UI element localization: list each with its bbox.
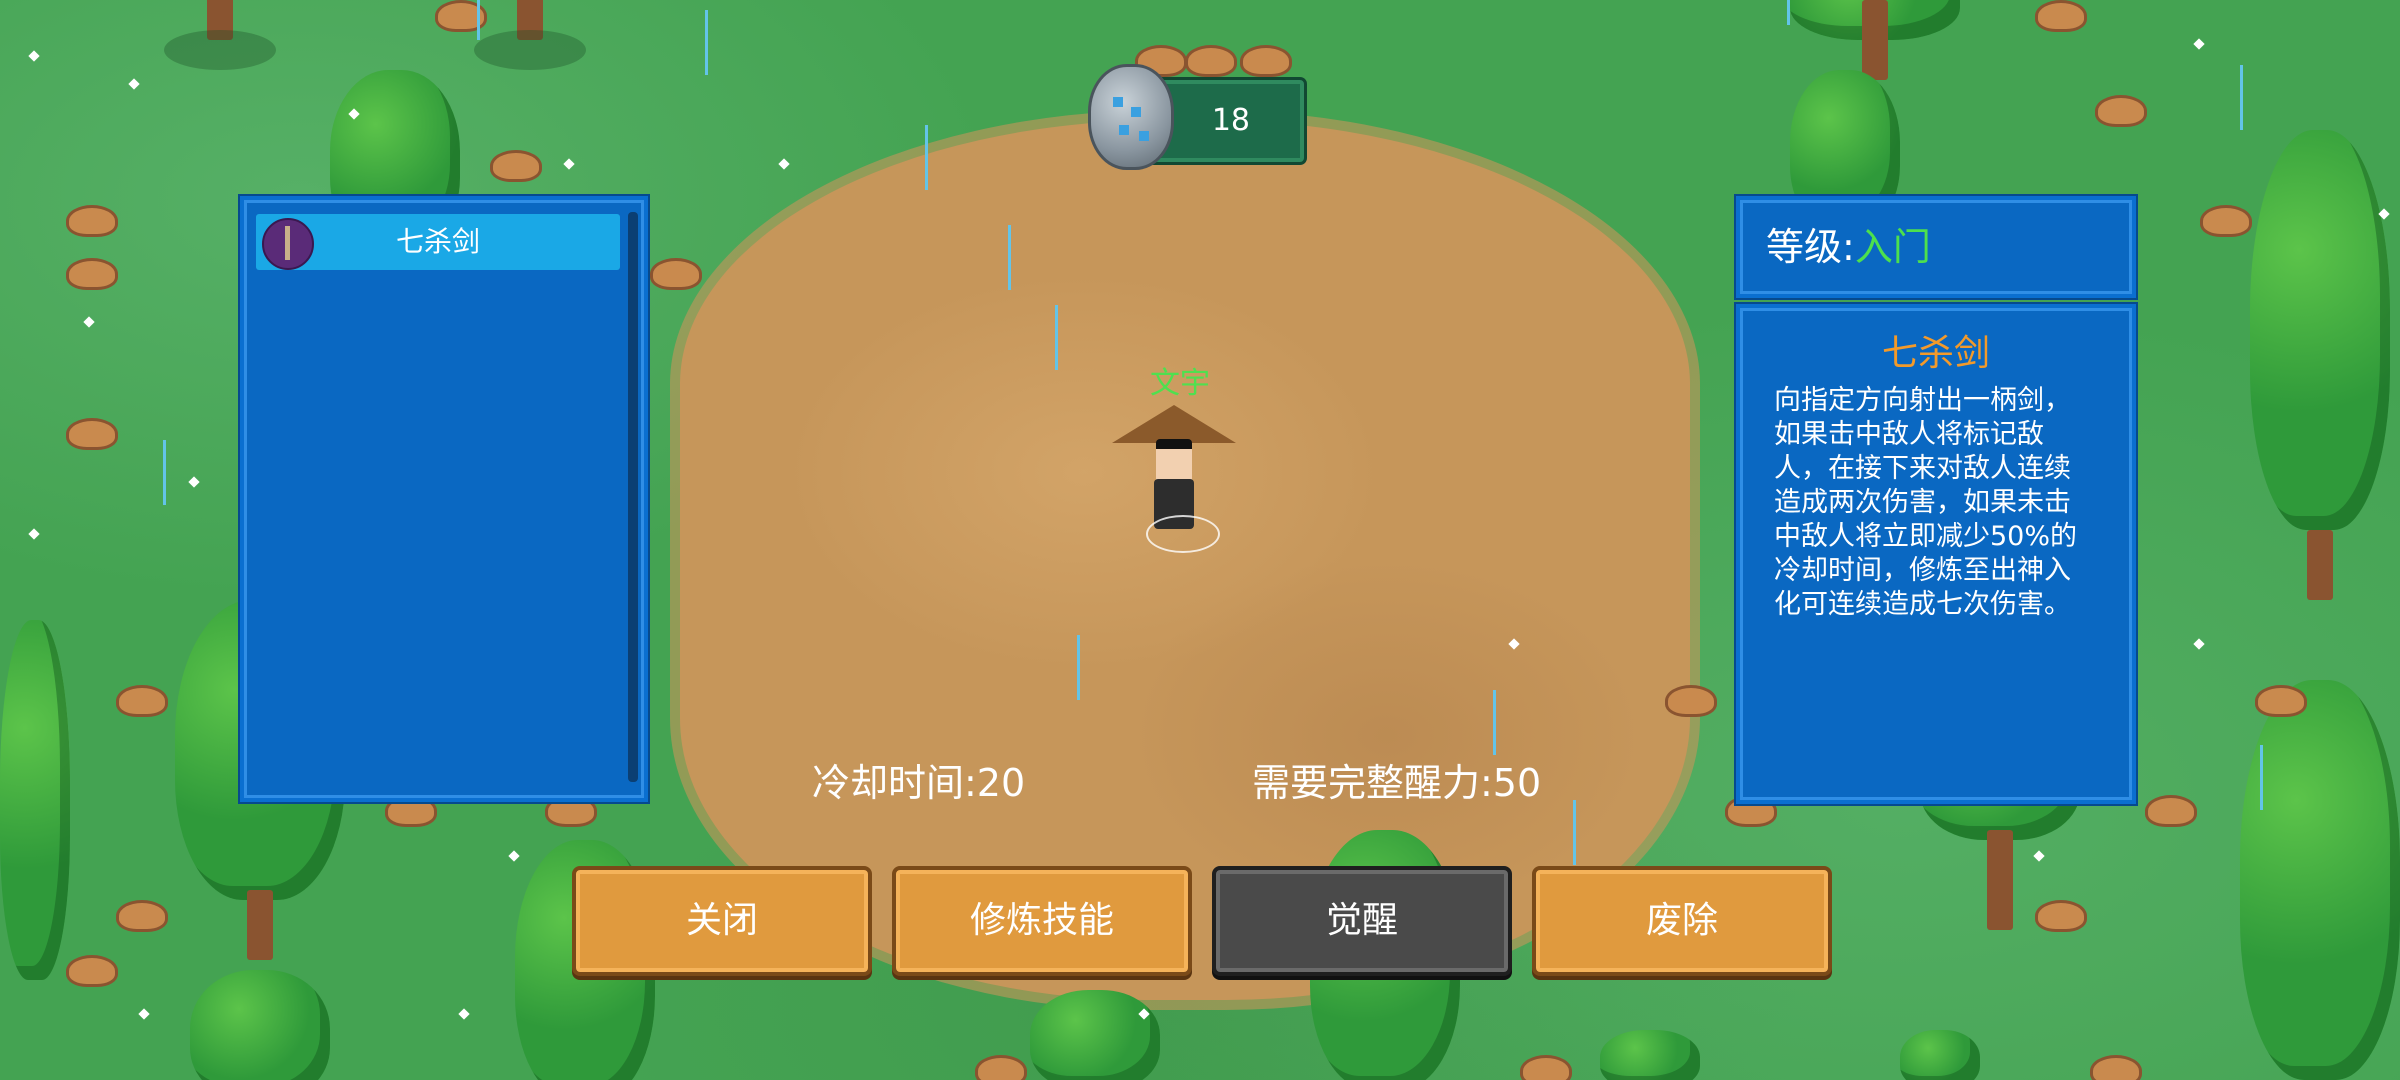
- skill-name: 七杀剑: [1881, 333, 1990, 374]
- tree: [150, 0, 290, 90]
- tree-stump: [490, 150, 542, 182]
- raindrop: [705, 10, 708, 75]
- flower: [563, 158, 575, 170]
- tree: [1600, 1030, 1700, 1080]
- straw-hat-icon: [1112, 405, 1236, 443]
- tree-stump: [116, 685, 168, 717]
- raindrop: [1493, 690, 1496, 755]
- tree-stump: [66, 955, 118, 987]
- skill-list-item[interactable]: 七杀剑: [256, 214, 620, 270]
- tree-stump: [2200, 205, 2252, 237]
- flower: [28, 528, 40, 540]
- raindrop: [1055, 305, 1058, 370]
- tree-stump: [2255, 685, 2307, 717]
- tree-stump: [1665, 685, 1717, 717]
- raindrop: [1077, 635, 1080, 700]
- level-label: 等级:: [1766, 225, 1855, 269]
- tree: [1030, 990, 1160, 1080]
- tree-stump: [2145, 795, 2197, 827]
- raindrop: [1787, 0, 1790, 25]
- raindrop: [2260, 745, 2263, 810]
- skill-list-panel: 七杀剑: [240, 196, 648, 802]
- flower: [83, 316, 95, 328]
- selection-ring: [1146, 515, 1220, 553]
- character-name: 文宇: [1150, 366, 1210, 401]
- raindrop: [477, 0, 480, 40]
- skill-list-scrollbar[interactable]: [628, 212, 638, 782]
- cooldown-stat: 冷却时间:20: [812, 761, 1026, 805]
- tree-stump: [2035, 0, 2087, 32]
- skill-description-panel: 七杀剑 向指定方向射出一柄剑，如果击中敌人将标记敌人，在接下来对敌人连续造成两次…: [1736, 304, 2136, 804]
- awaken-requirement-stat: 需要完整醒力:50: [1252, 761, 1542, 805]
- ore-count: 18: [1211, 103, 1250, 138]
- close-button[interactable]: 关闭: [572, 866, 872, 976]
- flower: [28, 50, 40, 62]
- level-value: 入门: [1854, 225, 1931, 269]
- tree-stump: [975, 1055, 1027, 1080]
- raindrop: [1008, 225, 1011, 290]
- raindrop: [1573, 800, 1576, 865]
- skill-description: 向指定方向射出一柄剑，如果击中敌人将标记敌人，在接下来对敌人连续造成两次伤害，如…: [1774, 385, 2078, 620]
- tree: [1900, 1030, 1980, 1080]
- tree-stump: [2090, 1055, 2142, 1080]
- tree: [2250, 130, 2390, 600]
- tree: [2240, 680, 2400, 1080]
- raindrop: [925, 125, 928, 190]
- tree-stump: [650, 258, 702, 290]
- flower: [138, 1008, 150, 1020]
- flower: [188, 476, 200, 488]
- tree-stump: [66, 418, 118, 450]
- tree: [190, 970, 330, 1080]
- raindrop: [163, 440, 166, 505]
- tree-stump: [66, 258, 118, 290]
- awaken-button[interactable]: 觉醒: [1212, 866, 1512, 976]
- skill-level-panel: 等级:入门: [1736, 196, 2136, 298]
- tree-stump: [1240, 45, 1292, 77]
- train-skill-button[interactable]: 修炼技能: [892, 866, 1192, 976]
- tree-stump: [2095, 95, 2147, 127]
- remove-skill-button[interactable]: 废除: [1532, 866, 1832, 976]
- flower: [2193, 38, 2205, 50]
- ore-icon: [1088, 64, 1174, 170]
- tree-stump: [2035, 900, 2087, 932]
- player-character: [1110, 405, 1240, 555]
- tree-stump: [1185, 45, 1237, 77]
- flower: [458, 1008, 470, 1020]
- flower: [2193, 638, 2205, 650]
- flower: [778, 158, 790, 170]
- tree: [0, 620, 70, 980]
- tree-stump: [1520, 1055, 1572, 1080]
- tree-stump: [116, 900, 168, 932]
- tree-stump: [66, 205, 118, 237]
- raindrop: [2240, 65, 2243, 130]
- skill-list-item-label: 七杀剑: [395, 225, 480, 258]
- flower: [128, 78, 140, 90]
